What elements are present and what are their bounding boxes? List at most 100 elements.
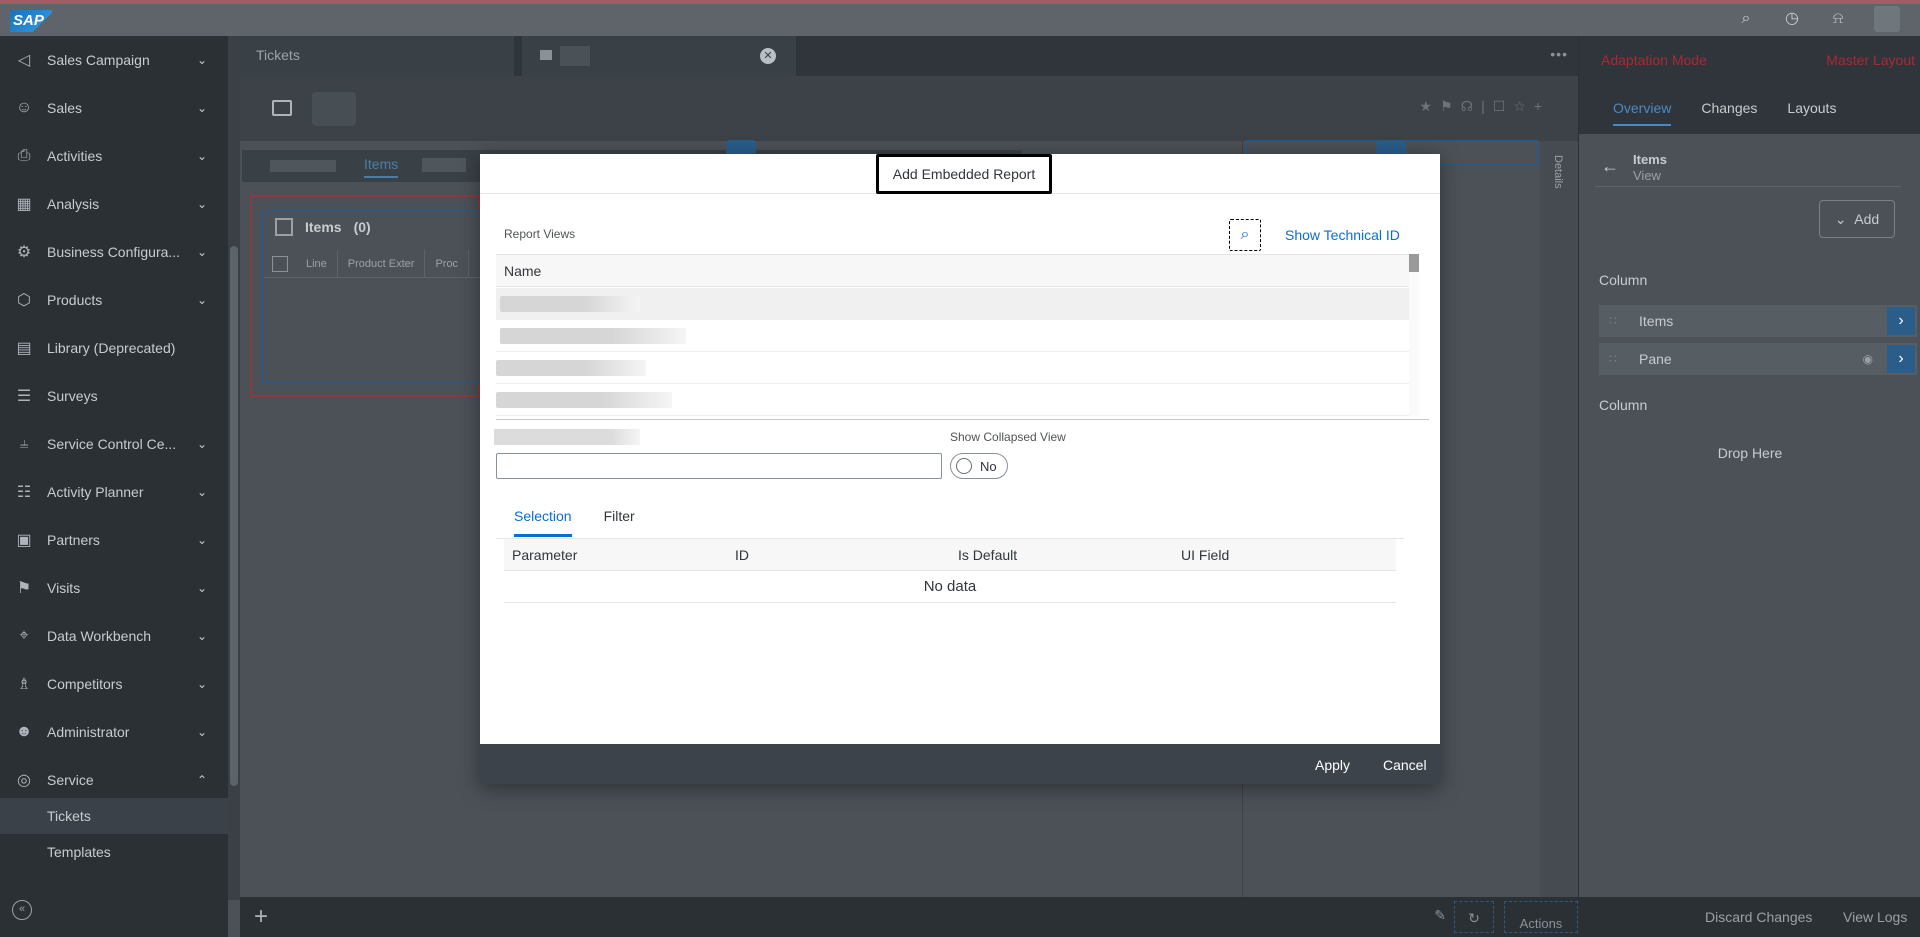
table-row[interactable]: [496, 384, 1409, 416]
eye-icon[interactable]: ◉: [1863, 352, 1873, 366]
items-header: Items (0): [275, 218, 371, 236]
blurred-subtab[interactable]: [422, 158, 466, 172]
scrollbar-thumb[interactable]: [1409, 254, 1419, 272]
tab-layouts[interactable]: Layouts: [1787, 100, 1836, 126]
chevron-down-icon[interactable]: ⌄: [192, 53, 212, 67]
sidebar-item-partners[interactable]: ▣ Partners ⌄: [0, 516, 228, 564]
actions-button[interactable]: Actions: [1504, 901, 1578, 933]
sidebar-item-administrator[interactable]: ☻ Administrator ⌄: [0, 708, 228, 756]
sidebar-item-data-workbench[interactable]: ⌖ Data Workbench ⌄: [0, 612, 228, 660]
report-text-input[interactable]: [496, 453, 942, 479]
sidebar-item-visits[interactable]: ⚑ Visits ⌄: [0, 564, 228, 612]
chevron-down-icon[interactable]: ⌄: [192, 533, 212, 547]
table-row[interactable]: [496, 288, 1409, 320]
chevron-right-icon[interactable]: ›: [1887, 345, 1915, 373]
show-collapsed-view-toggle[interactable]: No: [950, 453, 1008, 479]
sidebar-item-service-control-center[interactable]: ⫨ Service Control Ce... ⌄: [0, 420, 228, 468]
chevron-down-icon[interactable]: ⌄: [192, 197, 212, 211]
column-header-name[interactable]: Name: [496, 255, 1409, 287]
tab-selection[interactable]: Selection: [514, 508, 572, 537]
close-icon[interactable]: ✕: [760, 48, 776, 64]
chevron-down-icon[interactable]: ⌄: [192, 101, 212, 115]
column-header-parameter[interactable]: Parameter: [504, 539, 727, 570]
chevron-down-icon[interactable]: ⌄: [192, 293, 212, 307]
add-button[interactable]: ⌄ Add: [1819, 200, 1895, 238]
table-scrollbar[interactable]: [1409, 254, 1419, 416]
sidebar-subitem-tickets[interactable]: Tickets: [0, 798, 228, 834]
parameters-table: Parameter ID Is Default UI Field No data: [504, 539, 1396, 603]
show-technical-id-link[interactable]: Show Technical ID: [1285, 227, 1400, 243]
cancel-button[interactable]: Cancel: [1383, 757, 1427, 773]
divider: [496, 419, 1429, 420]
refresh-icon[interactable]: ↻: [1454, 901, 1494, 933]
drag-handle-icon[interactable]: ∷: [1609, 352, 1623, 366]
chevron-down-icon[interactable]: ⌄: [192, 149, 212, 163]
apply-button[interactable]: Apply: [1315, 757, 1350, 773]
sidebar-item-library[interactable]: ▤ Library (Deprecated): [0, 324, 228, 372]
sidebar-item-products[interactable]: ⬡ Products ⌄: [0, 276, 228, 324]
chevron-down-icon[interactable]: ⌄: [192, 725, 212, 739]
sidebar-item-sales-campaign[interactable]: ◁ Sales Campaign ⌄: [0, 36, 228, 84]
tab-filter[interactable]: Filter: [604, 508, 635, 537]
sidebar-item-business-configuration[interactable]: ⚙ Business Configura... ⌄: [0, 228, 228, 276]
select-all-checkbox[interactable]: [272, 255, 288, 272]
chevron-down-icon[interactable]: ⌄: [192, 485, 212, 499]
table-row[interactable]: [496, 320, 1409, 352]
discard-changes-button[interactable]: Discard Changes: [1705, 909, 1812, 925]
sidebar-subitem-templates[interactable]: Templates: [0, 834, 228, 870]
tab-ticket-detail[interactable]: ✕: [522, 36, 796, 76]
column-row-pane[interactable]: ∷ Pane ◉ ›: [1599, 343, 1917, 375]
add-button-label: Add: [1854, 211, 1880, 227]
sidebar-item-activity-planner[interactable]: ☷ Activity Planner ⌄: [0, 468, 228, 516]
view-logs-button[interactable]: View Logs: [1843, 909, 1907, 925]
details-strip[interactable]: Details: [1540, 141, 1578, 897]
sap-logo[interactable]: SAP: [10, 10, 52, 32]
add-icon[interactable]: +: [254, 903, 268, 931]
sidebar-item-surveys[interactable]: ☰ Surveys: [0, 372, 228, 420]
more-icon[interactable]: •••: [1550, 46, 1568, 62]
search-button[interactable]: ⌕: [1229, 219, 1261, 251]
chevron-down-icon[interactable]: ⌄: [192, 629, 212, 643]
search-icon[interactable]: ⌕: [1736, 9, 1756, 29]
sidebar-item-competitors[interactable]: ♗ Competitors ⌄: [0, 660, 228, 708]
scrollbar-thumb[interactable]: [230, 246, 238, 786]
edit-pencil-tab[interactable]: [726, 140, 756, 154]
chevron-down-icon[interactable]: ⌄: [192, 245, 212, 259]
drag-handle-icon[interactable]: ∷: [1609, 314, 1623, 328]
tab-tickets[interactable]: Tickets: [240, 36, 514, 76]
workbench-icon: ⌖: [19, 627, 29, 644]
sidebar-item-analysis[interactable]: ▦ Analysis ⌄: [0, 180, 228, 228]
column-header-product[interactable]: Product Exter: [338, 250, 426, 277]
back-arrow-icon[interactable]: ←: [1601, 156, 1619, 177]
blurred-subtab[interactable]: [270, 160, 336, 172]
column-header-line[interactable]: Line: [296, 250, 338, 277]
history-icon[interactable]: ◷: [1782, 9, 1802, 29]
subtab-items[interactable]: Items: [364, 156, 399, 178]
bell-icon[interactable]: ⍾: [1828, 9, 1848, 29]
column-header-is-default[interactable]: Is Default: [950, 539, 1173, 570]
sidebar-item-service[interactable]: ◎ Service ⌃: [0, 756, 228, 804]
column-row-items[interactable]: ∷ Items ›: [1599, 305, 1917, 337]
master-layout-label[interactable]: Master Layout: [1826, 52, 1915, 68]
header-action-icons[interactable]: ★⚑☊|☐☆+: [1420, 98, 1550, 115]
sidebar-item-activities[interactable]: ⎙ Activities ⌄: [0, 132, 228, 180]
chevron-right-icon[interactable]: ›: [1887, 307, 1915, 335]
avatar[interactable]: [1874, 6, 1900, 32]
collapse-sidebar-icon[interactable]: «: [12, 900, 32, 920]
chevron-down-icon[interactable]: ⌄: [192, 677, 212, 691]
sidebar-scrollbar[interactable]: [228, 36, 240, 900]
edit-icon[interactable]: ✎: [1434, 907, 1446, 924]
chevron-down-icon[interactable]: ⌄: [192, 581, 212, 595]
drop-zone[interactable]: Drop Here: [1579, 445, 1920, 461]
tab-changes[interactable]: Changes: [1701, 100, 1757, 126]
sidebar-item-sales[interactable]: ☺ Sales ⌄: [0, 84, 228, 132]
chevron-up-icon[interactable]: ⌃: [192, 773, 212, 787]
column-header-proc[interactable]: Proc: [425, 250, 470, 277]
chevron-down-icon[interactable]: ⌄: [192, 437, 212, 451]
column-header-id[interactable]: ID: [727, 539, 950, 570]
table-row[interactable]: [496, 352, 1409, 384]
tab-overview[interactable]: Overview: [1613, 100, 1672, 126]
people-icon: ☺: [15, 99, 33, 116]
edit-pencil-tab[interactable]: [1376, 140, 1406, 154]
column-header-ui-field[interactable]: UI Field: [1173, 539, 1396, 570]
